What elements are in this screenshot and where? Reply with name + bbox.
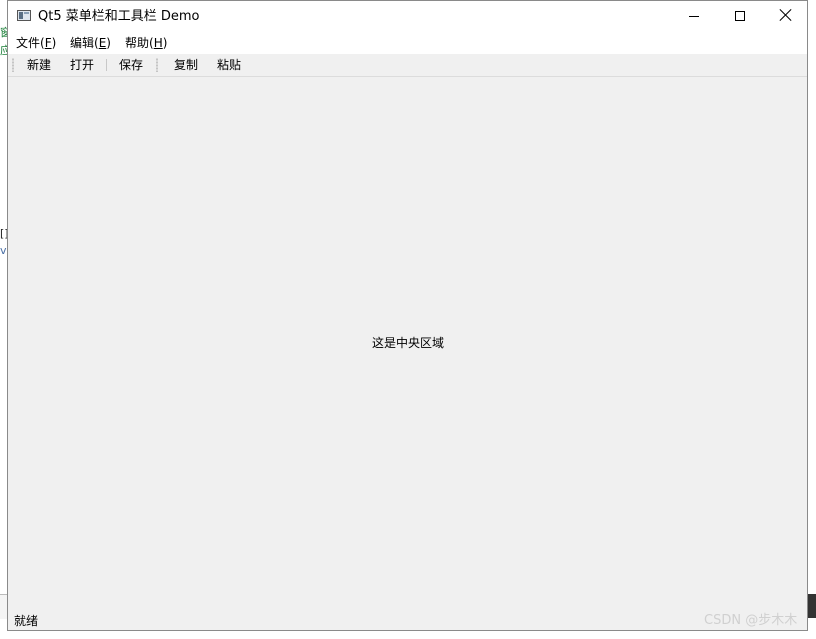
menu-help-label-end: ) bbox=[162, 36, 168, 50]
open-button[interactable]: 打开 bbox=[70, 58, 94, 72]
menu-file-label: 文件( bbox=[16, 36, 45, 50]
status-bar: 就绪 bbox=[8, 608, 807, 630]
main-window: Qt5 菜单栏和工具栏 Demo 文件(F) 编辑(E) 帮助(H) 新建 打开… bbox=[7, 0, 808, 631]
toolbar-separator bbox=[106, 59, 107, 71]
menu-edit[interactable]: 编辑(E) bbox=[70, 36, 111, 50]
menu-file-label-end: ) bbox=[51, 36, 57, 50]
watermark: CSDN @步木木 bbox=[704, 613, 798, 628]
central-widget: 这是中央区域 bbox=[8, 77, 807, 608]
menu-help-mnemonic: H bbox=[153, 36, 163, 50]
minimize-icon bbox=[689, 16, 699, 17]
minimize-button[interactable] bbox=[671, 1, 717, 32]
toolbar-grip-handle[interactable] bbox=[12, 58, 14, 72]
new-button[interactable]: 新建 bbox=[27, 58, 51, 72]
window-title: Qt5 菜单栏和工具栏 Demo bbox=[38, 9, 200, 24]
app-window-icon[interactable] bbox=[17, 10, 31, 21]
title-bar[interactable]: Qt5 菜单栏和工具栏 Demo bbox=[8, 1, 807, 32]
menu-help-label: 帮助( bbox=[125, 36, 154, 50]
paste-button[interactable]: 粘贴 bbox=[217, 58, 241, 72]
copy-button[interactable]: 复制 bbox=[174, 58, 198, 72]
status-message: 就绪 bbox=[14, 614, 39, 628]
menu-bar: 文件(F) 编辑(E) 帮助(H) bbox=[8, 32, 807, 54]
toolbar-grip-handle[interactable] bbox=[156, 58, 158, 72]
tool-bar: 新建 打开 保存 复制 粘贴 bbox=[8, 54, 807, 77]
menu-file-mnemonic: F bbox=[44, 36, 52, 50]
background-text: v bbox=[0, 244, 7, 257]
menu-edit-label-end: ) bbox=[106, 36, 111, 50]
maximize-button[interactable] bbox=[717, 1, 763, 32]
save-button[interactable]: 保存 bbox=[119, 58, 143, 72]
close-icon bbox=[780, 9, 792, 21]
background-panel bbox=[808, 594, 816, 618]
menu-file[interactable]: 文件(F) bbox=[16, 36, 56, 50]
maximize-icon bbox=[735, 11, 745, 21]
close-button[interactable] bbox=[763, 1, 809, 32]
menu-help[interactable]: 帮助(H) bbox=[125, 36, 167, 50]
menu-edit-label: 编辑( bbox=[70, 36, 99, 50]
central-label: 这是中央区域 bbox=[372, 336, 445, 350]
